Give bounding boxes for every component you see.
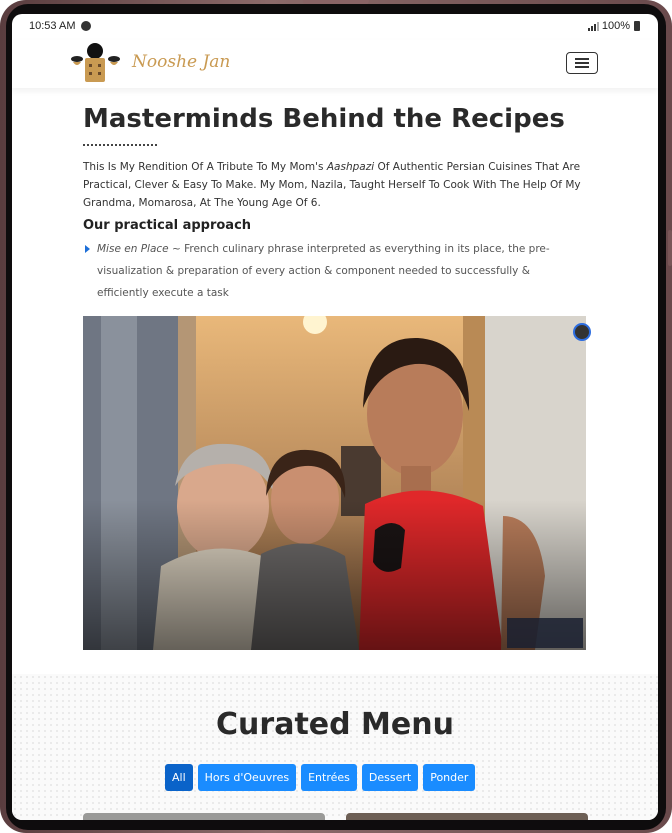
approach-term: Mise en Place (97, 243, 169, 255)
intro-emphasis: Aashpazi (326, 161, 375, 173)
filter-entrees-button[interactable]: Entrées (301, 764, 357, 791)
filter-all-button[interactable]: All (165, 764, 193, 791)
approach-text: Mise en Place ~ French culinary phrase i… (97, 238, 583, 304)
filter-hors-doeuvres-button[interactable]: Hors d'Oeuvres (197, 764, 297, 791)
filter-dessert-button[interactable]: Dessert (361, 764, 419, 791)
cursor-indicator (573, 323, 591, 341)
approach-list-item: Mise en Place ~ French culinary phrase i… (83, 238, 583, 304)
status-right: 100% (587, 20, 640, 32)
hamburger-menu-button[interactable] (566, 52, 598, 74)
menu-card[interactable] (83, 813, 325, 820)
menu-card[interactable] (346, 813, 588, 820)
spotify-icon (81, 21, 91, 31)
side-button (668, 230, 672, 266)
signal-icon (587, 21, 599, 31)
menu-filters: All Hors d'Oeuvres Entrées Dessert Ponde… (165, 764, 476, 791)
brand-name[interactable]: Nooshe Jan (132, 52, 230, 72)
menu-section-background (12, 674, 658, 820)
approach-heading: Our practical approach (83, 218, 252, 233)
menu-title: Curated Menu (216, 707, 454, 742)
intro-paragraph: This Is My Rendition Of A Tribute To My … (83, 158, 583, 212)
family-photo (83, 316, 586, 650)
chef-hat-logo[interactable] (70, 42, 122, 84)
filter-ponder-button[interactable]: Ponder (423, 764, 476, 791)
intro-text-start: This Is My Rendition Of A Tribute To My … (83, 161, 327, 173)
status-bar: 10:53 AM 100% (12, 14, 658, 40)
page-title: Masterminds Behind the Recipes (83, 104, 565, 134)
title-underline (83, 144, 157, 146)
caret-right-icon (85, 245, 90, 253)
battery-percent: 100% (601, 20, 630, 32)
status-time: 10:53 AM (29, 20, 76, 32)
screen: 10:53 AM 100% Nooshe Jan Masterminds Beh… (12, 14, 658, 820)
navbar: Nooshe Jan (12, 40, 658, 88)
battery-icon (634, 21, 640, 31)
